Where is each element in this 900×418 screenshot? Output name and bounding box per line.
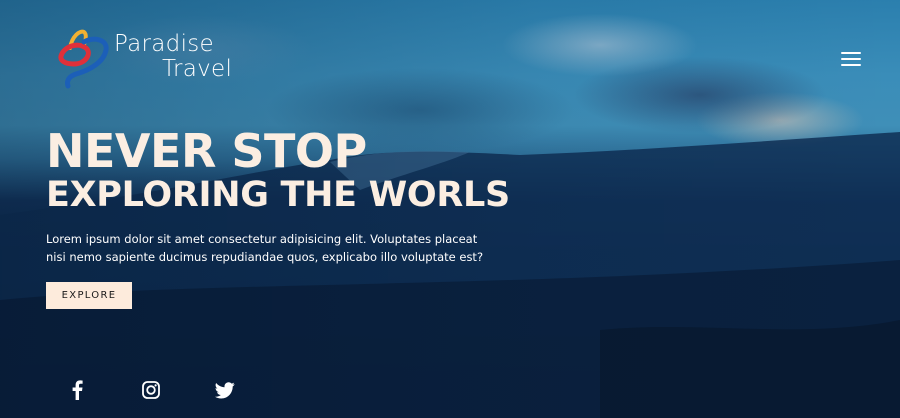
brand-logo[interactable]: Paradise Travel <box>56 22 232 92</box>
hero-section: Paradise Travel NEVER STOP EXPLORING THE… <box>0 0 900 418</box>
paradise-travel-logo-icon <box>58 29 109 89</box>
explore-button[interactable]: EXPLORE <box>46 282 132 309</box>
instagram-icon[interactable] <box>139 378 163 402</box>
twitter-icon[interactable] <box>213 378 237 402</box>
facebook-icon[interactable] <box>65 378 89 402</box>
brand-name: Paradise Travel <box>114 33 232 81</box>
hamburger-menu-icon[interactable] <box>841 52 863 68</box>
hero-description: Lorem ipsum dolor sit amet consectetur a… <box>46 232 484 264</box>
hero-headline-primary: NEVER STOP <box>46 124 367 178</box>
hero-headline-secondary: EXPLORING THE WORLS <box>46 175 510 215</box>
brand-name-line1: Paradise <box>114 31 215 57</box>
brand-name-line2: Travel <box>162 56 233 82</box>
